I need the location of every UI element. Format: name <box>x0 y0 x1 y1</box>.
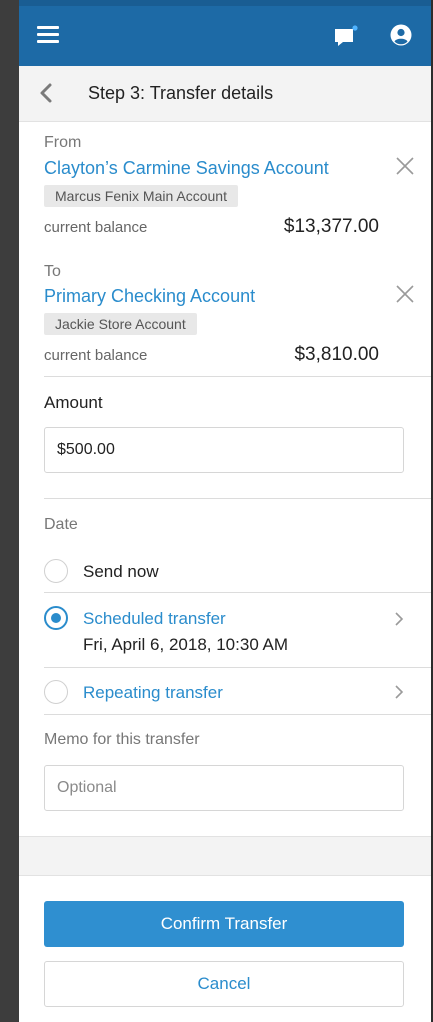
radio-scheduled-transfer[interactable] <box>44 606 68 630</box>
confirm-transfer-button[interactable]: Confirm Transfer <box>44 901 404 947</box>
page-title: Step 3: Transfer details <box>88 83 274 103</box>
divider <box>44 498 431 499</box>
user-icon[interactable] <box>390 24 412 46</box>
to-balance-value: $3,810.00 <box>294 344 379 365</box>
close-icon[interactable] <box>395 284 415 304</box>
memo-label: Memo for this transfer <box>44 731 200 748</box>
from-label: From <box>44 134 82 151</box>
from-balance-label: current balance <box>44 219 148 236</box>
date-label: Date <box>44 516 78 533</box>
section-spacer <box>19 836 431 876</box>
chevron-right-icon[interactable] <box>394 611 404 627</box>
repeating-transfer-label[interactable]: Repeating transfer <box>83 683 223 703</box>
divider <box>44 592 431 593</box>
divider <box>44 714 431 715</box>
radio-repeating-transfer[interactable] <box>44 680 68 704</box>
to-label: To <box>44 263 61 280</box>
chevron-left-icon[interactable] <box>39 82 53 104</box>
cancel-button[interactable]: Cancel <box>44 961 404 1007</box>
chevron-right-icon[interactable] <box>394 684 404 700</box>
memo-input[interactable] <box>44 765 404 811</box>
scheduled-transfer-datetime: Fri, April 6, 2018, 10:30 AM <box>83 635 289 654</box>
send-now-label[interactable]: Send now <box>83 562 159 582</box>
top-app-bar <box>19 0 431 66</box>
scheduled-transfer-label[interactable]: Scheduled transfer <box>83 609 226 629</box>
app-screen: Step 3: Transfer details From Clayton’s … <box>19 0 431 1022</box>
from-owner-tag: Marcus Fenix Main Account <box>44 185 238 207</box>
divider <box>44 667 431 668</box>
from-balance-value: $13,377.00 <box>283 216 379 237</box>
hamburger-icon[interactable] <box>37 26 59 44</box>
amount-input[interactable] <box>44 427 404 473</box>
amount-label: Amount <box>44 393 103 412</box>
close-icon[interactable] <box>395 156 415 176</box>
chat-icon[interactable] <box>333 24 359 48</box>
window-frame-left <box>0 0 19 1022</box>
from-account-name[interactable]: Clayton’s Carmine Savings Account <box>44 158 329 179</box>
to-owner-tag: Jackie Store Account <box>44 313 197 335</box>
to-balance-label: current balance <box>44 347 148 364</box>
to-account-name[interactable]: Primary Checking Account <box>44 286 255 307</box>
page-header: Step 3: Transfer details <box>19 66 431 122</box>
divider <box>44 376 431 377</box>
radio-send-now[interactable] <box>44 559 68 583</box>
